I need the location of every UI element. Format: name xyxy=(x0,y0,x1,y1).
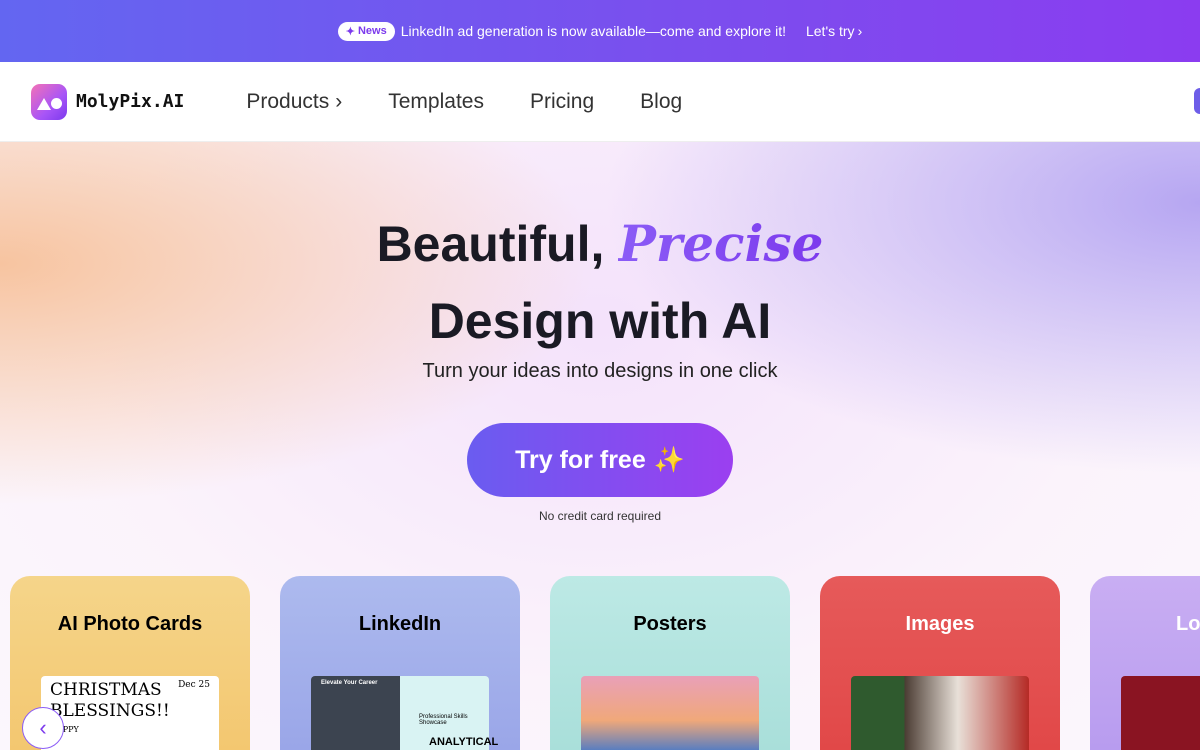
santa-image-preview xyxy=(851,676,1029,750)
card-linkedin[interactable]: LinkedIn Elevate Your Career Professiona… xyxy=(280,576,520,750)
no-credit-card-note: No credit card required xyxy=(538,509,662,523)
card-posters[interactable]: Posters xyxy=(550,576,790,750)
chevron-right-icon: › xyxy=(857,23,863,39)
category-carousel: AI Photo Cards CHRISTMAS BLESSINGS!! Dec … xyxy=(10,576,1200,750)
card-images[interactable]: Images xyxy=(820,576,1060,750)
city-poster-preview xyxy=(581,676,759,750)
lets-try-link[interactable]: Let's try › xyxy=(806,23,862,39)
banner-message: LinkedIn ad generation is now available—… xyxy=(400,23,786,39)
linkedin-ad-preview: Elevate Your Career Professional Skills … xyxy=(311,676,498,750)
logo-icon xyxy=(31,83,67,120)
nav-templates[interactable]: Templates xyxy=(388,90,484,114)
hero-subtitle: Turn your ideas into designs in one clic… xyxy=(422,360,778,382)
logo[interactable]: MolyPix.AI xyxy=(31,83,184,120)
chevron-left-icon: ‹ xyxy=(39,715,47,740)
announcement-banner: ✦ News LinkedIn ad generation is now avai… xyxy=(0,0,1200,62)
christmas-card-preview: CHRISTMAS BLESSINGS!! Dec 25 HAPPY xyxy=(41,676,219,750)
news-badge: ✦ News xyxy=(337,21,395,41)
nav-blog[interactable]: Blog xyxy=(640,90,682,114)
carousel-prev-button[interactable]: ‹ xyxy=(22,707,64,749)
avatar[interactable] xyxy=(1194,88,1200,114)
hero-title: Beautiful, Precise Design with AI xyxy=(376,214,824,349)
nav-products[interactable]: Products › xyxy=(246,90,342,114)
sparkles-icon: ✨ xyxy=(653,445,685,474)
hero: Beautiful, Precise Design with AI Turn yo… xyxy=(0,142,1200,750)
chevron-right-icon: › xyxy=(335,89,343,113)
top-nav: MolyPix.AI Products › Templates Pricing B… xyxy=(0,62,1200,142)
card-logos[interactable]: Lo xyxy=(1090,576,1200,750)
sparkle-icon: ✦ xyxy=(345,25,355,38)
try-for-free-button[interactable]: Try for free ✨ xyxy=(467,423,733,497)
logo-preview xyxy=(1121,676,1200,750)
nav-pricing[interactable]: Pricing xyxy=(530,90,594,114)
